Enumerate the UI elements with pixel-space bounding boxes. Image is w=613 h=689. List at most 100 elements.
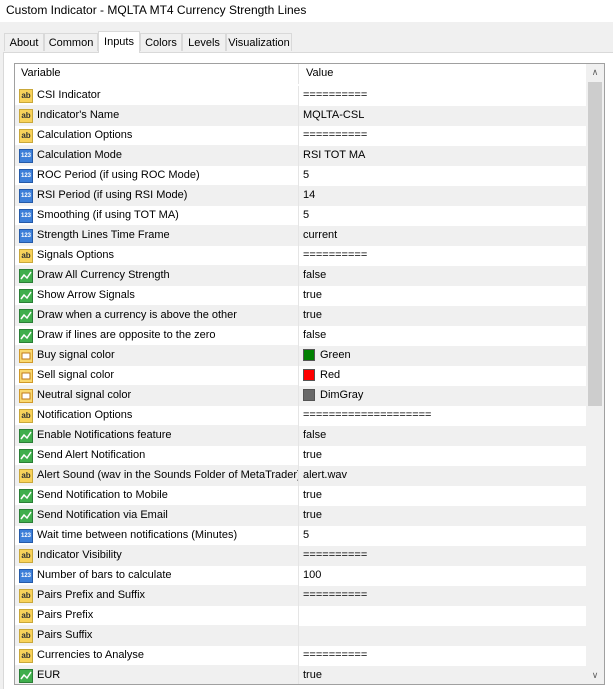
integer-type-icon: 123: [19, 229, 33, 243]
variable-name: Number of bars to calculate: [37, 569, 172, 581]
table-row[interactable]: ab Pairs Suffix: [15, 626, 586, 646]
variable-name: Wait time between notifications (Minutes…: [37, 529, 238, 541]
variable-name: Buy signal color: [37, 349, 115, 361]
table-row[interactable]: 123 Calculation Mode RSI TOT MA: [15, 146, 586, 166]
variable-name: Signals Options: [37, 249, 115, 261]
table-row[interactable]: Show Arrow Signals true: [15, 286, 586, 306]
value-cell[interactable]: [298, 566, 586, 586]
color-type-icon: [19, 389, 33, 403]
table-row[interactable]: 123 ROC Period (if using ROC Mode) 5: [15, 166, 586, 186]
tab-visualization[interactable]: Visualization: [226, 33, 292, 51]
table-row[interactable]: Draw All Currency Strength false: [15, 266, 586, 286]
variable-name: Draw if lines are opposite to the zero: [37, 329, 216, 341]
boolean-type-icon: [19, 509, 33, 523]
variable-name: ROC Period (if using ROC Mode): [37, 169, 200, 181]
value-cell[interactable]: [298, 286, 586, 306]
table-row[interactable]: ab Pairs Prefix: [15, 606, 586, 626]
window-title: Custom Indicator - MQLTA MT4 Currency St…: [6, 3, 307, 17]
string-type-icon: ab: [19, 89, 33, 103]
table-row[interactable]: ab Alert Sound (wav in the Sounds Folder …: [15, 466, 586, 486]
tab-about[interactable]: About: [4, 33, 44, 51]
boolean-type-icon: [19, 489, 33, 503]
integer-type-icon: 123: [19, 569, 33, 583]
tab-colors[interactable]: Colors: [140, 33, 182, 51]
value-cell[interactable]: [298, 186, 586, 206]
value-cell[interactable]: [298, 666, 586, 684]
table-row[interactable]: 123 RSI Period (if using RSI Mode) 14: [15, 186, 586, 206]
value-cell[interactable]: [298, 226, 586, 246]
table-row[interactable]: ab Calculation Options ==========: [15, 126, 586, 146]
scroll-down-arrow-icon[interactable]: ∨: [586, 667, 604, 684]
variable-value: true: [303, 449, 322, 461]
variable-value: alert.wav: [303, 469, 348, 481]
value-cell[interactable]: [298, 626, 586, 646]
table-row[interactable]: Sell signal color Red: [15, 366, 586, 386]
value-cell[interactable]: [298, 166, 586, 186]
inputs-panel: Variable Value ab CSI Indicator ==========…: [3, 52, 613, 689]
variable-name: Send Notification to Mobile: [37, 489, 168, 501]
variable-value: true: [303, 309, 322, 321]
variable-value: RSI TOT MA: [303, 149, 366, 161]
table-row[interactable]: Neutral signal color DimGray: [15, 386, 586, 406]
table-row[interactable]: 123 Smoothing (if using TOT MA) 5: [15, 206, 586, 226]
boolean-type-icon: [19, 429, 33, 443]
value-cell[interactable]: [298, 426, 586, 446]
variable-value: ==========: [303, 89, 368, 101]
value-cell[interactable]: [298, 526, 586, 546]
grid-header: Variable Value: [15, 64, 586, 84]
value-cell[interactable]: [298, 446, 586, 466]
table-row[interactable]: ab Notification Options ==================…: [15, 406, 586, 426]
table-row[interactable]: ab Signals Options ==========: [15, 246, 586, 266]
value-cell[interactable]: [298, 306, 586, 326]
tab-common[interactable]: Common: [44, 33, 98, 51]
value-cell[interactable]: [298, 606, 586, 626]
color-swatch[interactable]: [303, 369, 315, 381]
table-row[interactable]: ab Indicator Visibility ==========: [15, 546, 586, 566]
table-row[interactable]: 123 Wait time between notifications (Minu…: [15, 526, 586, 546]
table-row[interactable]: Enable Notifications feature false: [15, 426, 586, 446]
table-row[interactable]: ab CSI Indicator ==========: [15, 86, 586, 106]
scroll-up-arrow-icon[interactable]: ∧: [586, 64, 604, 81]
table-row[interactable]: ab Currencies to Analyse ==========: [15, 646, 586, 666]
variable-value: ==========: [303, 129, 368, 141]
value-cell[interactable]: [298, 366, 586, 386]
boolean-type-icon: [19, 269, 33, 283]
table-row[interactable]: ab Pairs Prefix and Suffix ==========: [15, 586, 586, 606]
tab-levels[interactable]: Levels: [182, 33, 226, 51]
variable-name: RSI Period (if using RSI Mode): [37, 189, 188, 201]
variable-value: false: [303, 329, 327, 341]
value-cell[interactable]: [298, 266, 586, 286]
vertical-scrollbar[interactable]: ∧ ∨: [586, 64, 604, 684]
variable-name: Smoothing (if using TOT MA): [37, 209, 179, 221]
value-cell[interactable]: [298, 486, 586, 506]
value-cell[interactable]: [298, 206, 586, 226]
table-row[interactable]: ab Indicator's Name MQLTA-CSL: [15, 106, 586, 126]
table-row[interactable]: 123 Strength Lines Time Frame current: [15, 226, 586, 246]
variable-value: true: [303, 289, 322, 301]
variable-name: Neutral signal color: [37, 389, 132, 401]
table-row[interactable]: Send Notification to Mobile true: [15, 486, 586, 506]
value-cell[interactable]: [298, 506, 586, 526]
variable-value: ==========: [303, 649, 368, 661]
color-swatch[interactable]: [303, 349, 315, 361]
tab-inputs[interactable]: Inputs: [98, 31, 140, 53]
table-row[interactable]: EUR true: [15, 666, 586, 684]
grid-rows: ab CSI Indicator ========== ab Indicator's N…: [15, 86, 586, 684]
variable-name: CSI Indicator: [37, 89, 101, 101]
table-row[interactable]: Draw if lines are opposite to the zero fa…: [15, 326, 586, 346]
variable-value: 100: [303, 569, 322, 581]
variable-name: Indicator Visibility: [37, 549, 122, 561]
boolean-type-icon: [19, 309, 33, 323]
table-row[interactable]: 123 Number of bars to calculate 100: [15, 566, 586, 586]
scroll-thumb[interactable]: [588, 82, 602, 406]
color-swatch[interactable]: [303, 389, 315, 401]
variable-name: Show Arrow Signals: [37, 289, 135, 301]
table-row[interactable]: Buy signal color Green: [15, 346, 586, 366]
table-row[interactable]: Send Notification via Email true: [15, 506, 586, 526]
table-row[interactable]: Send Alert Notification true: [15, 446, 586, 466]
variable-value: ==========: [303, 589, 368, 601]
value-cell[interactable]: [298, 326, 586, 346]
variable-value: 5: [303, 169, 310, 181]
table-row[interactable]: Draw when a currency is above the other t…: [15, 306, 586, 326]
header-value: Value: [306, 67, 334, 79]
